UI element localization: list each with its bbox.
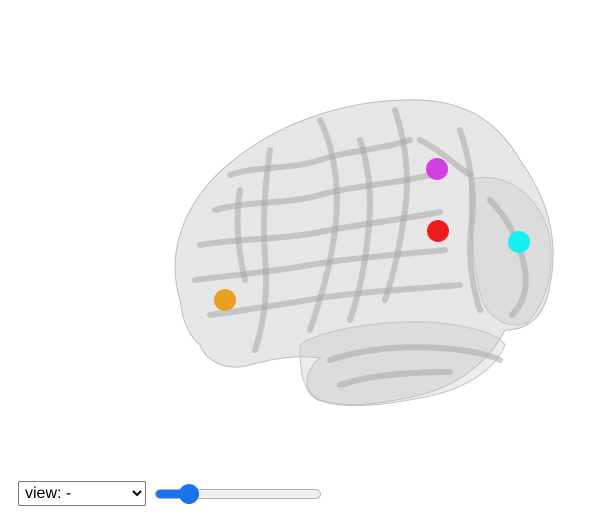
brain-mesh xyxy=(174,99,554,407)
brain-temporal-lobe xyxy=(299,321,506,407)
brain-viewer[interactable] xyxy=(0,0,595,470)
view-select[interactable]: view: - xyxy=(18,481,146,506)
brain-canvas[interactable] xyxy=(0,0,595,470)
frame-slider[interactable] xyxy=(155,488,321,499)
electrode-marker-red[interactable] xyxy=(427,220,449,242)
controls-bar: view: - xyxy=(18,481,321,506)
electrode-marker-cyan[interactable] xyxy=(508,231,530,253)
electrode-marker-orange[interactable] xyxy=(214,289,236,311)
electrode-marker-magenta[interactable] xyxy=(426,158,448,180)
